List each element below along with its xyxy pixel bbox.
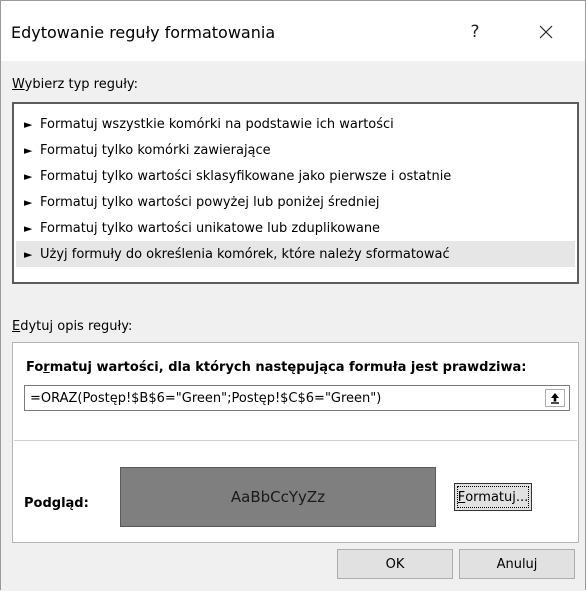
arrow-right-icon: ►	[24, 143, 33, 157]
rule-type-item-label: Użyj formuły do określenia komórek, któr…	[40, 246, 450, 262]
rule-type-item[interactable]: ► Formatuj tylko komórki zawierające	[16, 137, 575, 163]
cancel-button[interactable]: Anuluj	[459, 549, 575, 579]
rule-type-item-label: Formatuj wszystkie komórki na podstawie …	[40, 116, 394, 132]
formula-input[interactable]: =ORAZ(Postęp!$B$6="Green";Postęp!$C$6="G…	[24, 385, 570, 411]
arrow-right-icon: ►	[24, 247, 33, 261]
rule-type-item[interactable]: ► Formatuj tylko wartości powyżej lub po…	[16, 189, 575, 215]
rule-type-item[interactable]: ► Formatuj tylko wartości sklasyfikowane…	[16, 163, 575, 189]
dialog-title: Edytowanie reguły formatowania	[11, 23, 276, 42]
upload-arrow-icon	[551, 393, 559, 404]
edit-description-label: Edytuj opis reguły:	[12, 319, 133, 334]
divider	[14, 440, 577, 441]
rule-type-item[interactable]: ► Formatuj wszystkie komórki na podstawi…	[16, 111, 575, 137]
arrow-right-icon: ►	[24, 195, 33, 209]
format-button[interactable]: Formatuj...	[454, 483, 532, 511]
rule-type-item-selected[interactable]: ► Użyj formuły do określenia komórek, kt…	[16, 241, 575, 267]
title-bar: Edytowanie reguły formatowania ?	[1, 1, 585, 61]
rule-type-label: Wybierz typ reguły:	[12, 77, 139, 92]
help-button[interactable]: ?	[455, 15, 495, 49]
edit-formatting-rule-dialog: Edytowanie reguły formatowania ? Wybierz…	[0, 0, 586, 590]
collapse-dialog-button[interactable]	[545, 389, 565, 407]
format-preview: AaBbCcYyZz	[120, 467, 436, 527]
preview-label: Podgląd:	[24, 496, 89, 511]
rule-type-list[interactable]: ► Formatuj wszystkie komórki na podstawi…	[12, 102, 579, 284]
ok-button[interactable]: OK	[337, 549, 453, 579]
rule-type-item-label: Formatuj tylko wartości powyżej lub poni…	[40, 194, 380, 210]
arrow-right-icon: ►	[24, 221, 33, 235]
arrow-right-icon: ►	[24, 117, 33, 131]
formula-value: =ORAZ(Postęp!$B$6="Green";Postęp!$C$6="G…	[30, 390, 382, 406]
rule-type-item[interactable]: ► Formatuj tylko wartości unikatowe lub …	[16, 215, 575, 241]
formula-heading: Formatuj wartości, dla których następują…	[26, 360, 527, 375]
rule-description-panel: Formatuj wartości, dla których następują…	[12, 342, 579, 543]
close-button[interactable]	[526, 15, 566, 49]
rule-type-item-label: Formatuj tylko wartości unikatowe lub zd…	[40, 220, 381, 236]
close-icon	[539, 25, 553, 39]
rule-type-item-label: Formatuj tylko wartości sklasyfikowane j…	[40, 168, 452, 184]
rule-type-item-label: Formatuj tylko komórki zawierające	[40, 142, 271, 158]
arrow-right-icon: ►	[24, 169, 33, 183]
